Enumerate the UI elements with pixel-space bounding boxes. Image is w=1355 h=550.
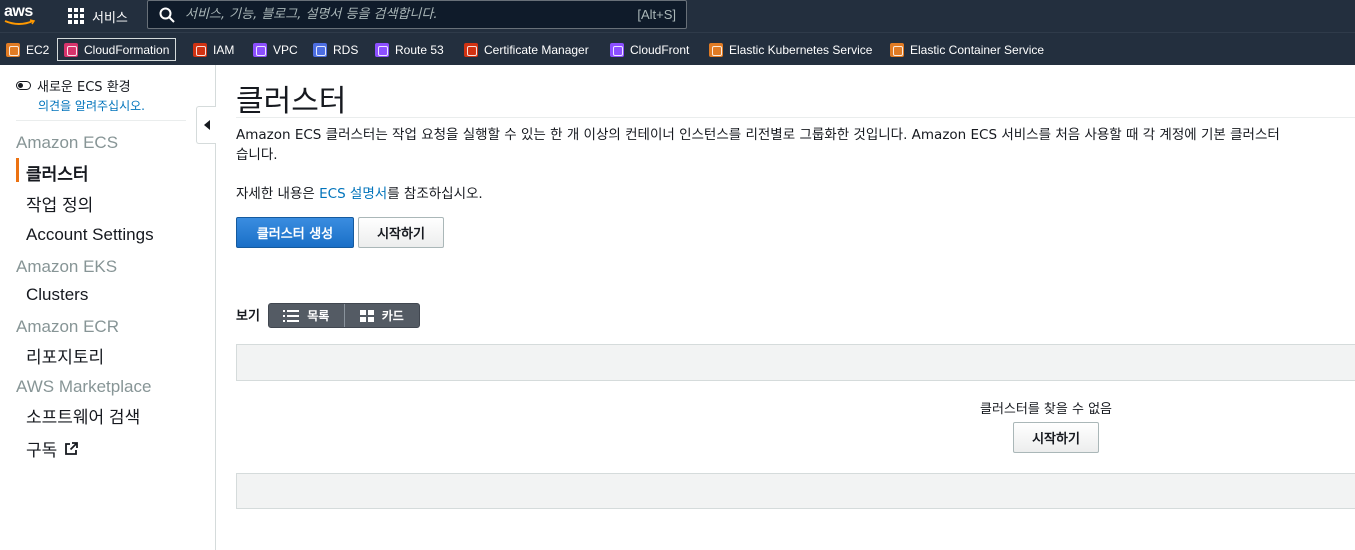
aws-smile-icon <box>4 19 36 25</box>
get-started-button[interactable]: 시작하기 <box>358 217 444 248</box>
favorite-label: Elastic Container Service <box>910 42 1045 57</box>
aws-logo[interactable]: aws <box>4 3 40 29</box>
favorite-iam[interactable]: IAM <box>193 38 234 61</box>
active-indicator <box>16 158 19 182</box>
sidebar-section-eks: Amazon EKS <box>16 257 118 276</box>
view-list-option[interactable]: 목록 <box>269 304 344 327</box>
empty-state-get-started-button[interactable]: 시작하기 <box>1013 422 1099 453</box>
more-info-suffix: 를 참조하십시오. <box>387 186 483 202</box>
sidebar-item-discover-software[interactable]: 소프트웨어 검색 <box>26 403 140 428</box>
favorite-cloudformation[interactable]: CloudFormation <box>57 38 177 61</box>
top-navigation-bar: aws 서비스 [Alt+S] <box>0 0 1355 32</box>
favorite-rds[interactable]: RDS <box>313 38 358 61</box>
favorite-label: CloudFront <box>630 42 690 57</box>
search-input[interactable] <box>185 7 615 22</box>
card-grid-icon <box>359 309 374 322</box>
new-ecs-label: 새로운 ECS 환경 <box>37 80 131 95</box>
view-list-label: 목록 <box>307 309 330 323</box>
sidebar-item-account-settings[interactable]: Account Settings <box>26 225 154 245</box>
favorite-vpc[interactable]: VPC <box>253 38 298 61</box>
services-label: 서비스 <box>92 10 128 26</box>
favorite-ecs[interactable]: Elastic Container Service <box>890 38 1044 61</box>
grid-icon <box>68 8 84 24</box>
sidebar-item-clusters[interactable]: 클러스터 <box>26 160 89 185</box>
favorites-bar: EC2 CloudFormation IAM VPC RDS Route 53 … <box>0 32 1355 65</box>
services-menu-button[interactable]: 서비스 <box>68 5 128 27</box>
sidebar-collapse-button[interactable] <box>196 106 216 144</box>
more-info-prefix: 자세한 내용은 <box>236 186 320 202</box>
sidebar-item-eks-clusters[interactable]: Clusters <box>26 285 88 305</box>
sidebar-item-task-definitions[interactable]: 작업 정의 <box>26 191 93 216</box>
ecs-docs-link[interactable]: ECS 설명서 <box>319 186 387 202</box>
cloudfront-icon <box>610 42 624 57</box>
table-header-bar <box>236 344 1355 381</box>
view-card-label: 카드 <box>381 309 404 323</box>
favorite-label: Route 53 <box>395 42 444 57</box>
title-divider <box>236 117 1355 118</box>
favorite-label: IAM <box>213 42 235 57</box>
favorite-label: Elastic Kubernetes Service <box>729 42 873 57</box>
favorite-label: VPC <box>273 42 298 57</box>
sidebar-item-repositories[interactable]: 리포지토리 <box>26 343 104 368</box>
sidebar-section-ecr: Amazon ECR <box>16 317 119 336</box>
ecs-icon <box>890 42 904 57</box>
eks-icon <box>709 42 723 57</box>
vpc-icon <box>253 42 267 57</box>
feedback-link[interactable]: 의견을 알려주십시오. <box>38 97 145 114</box>
global-search-box[interactable]: [Alt+S] <box>147 0 687 29</box>
favorite-label: RDS <box>333 42 359 57</box>
rds-icon <box>313 42 327 57</box>
view-card-option[interactable]: 카드 <box>343 304 420 327</box>
favorite-cloudfront[interactable]: CloudFront <box>610 38 689 61</box>
page-description: Amazon ECS 클러스터는 작업 요청을 실행할 수 있는 한 개 이상의… <box>236 127 1280 143</box>
sidebar-section-marketplace: AWS Marketplace <box>16 377 152 396</box>
external-link-icon <box>65 441 79 455</box>
list-icon <box>283 309 300 322</box>
page-title: 클러스터 <box>236 84 347 119</box>
view-label: 보기 <box>236 309 260 324</box>
search-icon <box>159 7 175 23</box>
view-toggle: 목록 카드 <box>268 303 420 328</box>
route53-icon <box>375 42 389 57</box>
favorite-certificate-manager[interactable]: Certificate Manager <box>464 38 589 61</box>
iam-icon <box>193 42 207 57</box>
favorite-label: CloudFormation <box>84 42 170 57</box>
favorite-route53[interactable]: Route 53 <box>375 38 444 61</box>
sidebar-item-subscriptions[interactable]: 구독 <box>26 436 79 461</box>
empty-state-message: 클러스터를 찾을 수 없음 <box>980 402 1112 417</box>
table-footer-bar <box>236 473 1355 509</box>
favorite-eks[interactable]: Elastic Kubernetes Service <box>709 38 872 61</box>
favorite-label: Certificate Manager <box>484 42 589 57</box>
favorite-ec2[interactable]: EC2 <box>6 38 49 61</box>
sidebar-item-label: 구독 <box>26 441 58 460</box>
sidebar-divider <box>16 120 186 121</box>
sidebar: 새로운 ECS 환경 의견을 알려주십시오. Amazon ECS 클러스터 작… <box>0 65 216 550</box>
page-description-continued: 습니다. <box>236 147 278 163</box>
search-shortcut-hint: [Alt+S] <box>637 7 676 22</box>
create-cluster-button[interactable]: 클러스터 생성 <box>236 217 354 248</box>
favorite-label: EC2 <box>26 42 50 57</box>
cloudformation-icon <box>64 42 78 57</box>
more-info-text: 자세한 내용은 ECS 설명서를 참조하십시오. <box>236 182 483 202</box>
sidebar-section-ecs: Amazon ECS <box>16 133 119 152</box>
ec2-icon <box>6 42 20 57</box>
toggle-icon <box>16 81 31 90</box>
certificate-manager-icon <box>464 42 478 57</box>
new-ecs-toggle[interactable]: 새로운 ECS 환경 <box>16 76 131 95</box>
